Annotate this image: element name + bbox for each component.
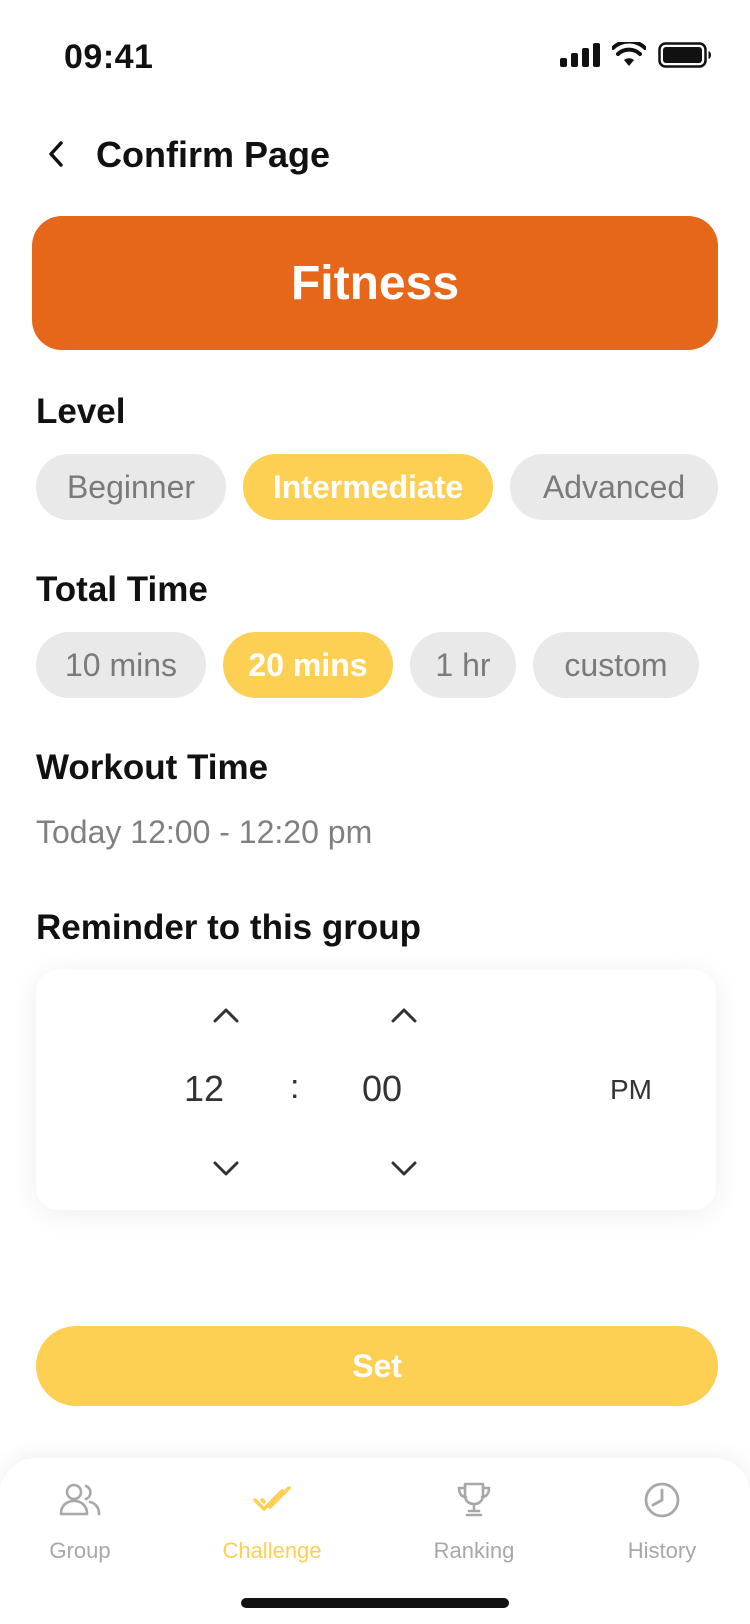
total-time-options: 10 mins 20 mins 1 hr custom xyxy=(36,632,699,698)
page-title: Confirm Page xyxy=(96,134,331,175)
time-option-20-mins[interactable]: 20 mins xyxy=(223,632,393,698)
tab-history[interactable]: History xyxy=(572,1458,750,1588)
category-banner: Fitness xyxy=(32,216,718,350)
chevron-up-icon xyxy=(391,1008,417,1023)
home-indicator xyxy=(241,1598,509,1608)
chevron-down-icon xyxy=(213,1161,239,1176)
workout-time-value: Today 12:00 - 12:20 pm xyxy=(36,814,373,850)
trophy-icon xyxy=(452,1478,496,1522)
header: Confirm Page xyxy=(0,120,750,200)
history-clock-icon xyxy=(640,1478,684,1522)
time-option-1-hr[interactable]: 1 hr xyxy=(410,632,516,698)
chevron-down-icon xyxy=(391,1161,417,1176)
battery-icon xyxy=(658,42,711,68)
hour-decrement-button[interactable] xyxy=(206,1154,246,1184)
double-check-icon xyxy=(250,1478,294,1522)
tab-label: Ranking xyxy=(433,1538,515,1563)
level-options: Beginner Intermediate Advanced xyxy=(36,454,718,520)
hour-value[interactable]: 12 xyxy=(184,1068,224,1110)
level-label: Level xyxy=(36,392,126,431)
set-button[interactable]: Set xyxy=(36,1326,718,1406)
tab-group[interactable]: Group xyxy=(0,1458,170,1588)
tab-ranking[interactable]: Ranking xyxy=(384,1458,564,1588)
workout-time-label: Workout Time xyxy=(36,748,269,787)
minute-value[interactable]: 00 xyxy=(362,1068,402,1110)
minute-increment-button[interactable] xyxy=(384,1000,424,1030)
cellular-signal-icon xyxy=(560,43,600,67)
tab-challenge[interactable]: Challenge xyxy=(182,1458,362,1588)
time-option-10-mins[interactable]: 10 mins xyxy=(36,632,206,698)
time-separator: : xyxy=(290,1068,300,1106)
reminder-label: Reminder to this group xyxy=(36,908,421,947)
total-time-label: Total Time xyxy=(36,570,208,609)
minute-decrement-button[interactable] xyxy=(384,1154,424,1184)
tab-label: History xyxy=(627,1538,697,1563)
chevron-up-icon xyxy=(213,1008,239,1023)
chevron-left-icon xyxy=(49,141,63,167)
tab-label: Group xyxy=(49,1538,111,1563)
status-bar: 09:41 xyxy=(0,0,750,110)
period-value[interactable]: PM xyxy=(610,1074,652,1106)
wifi-icon xyxy=(612,42,646,66)
tab-label: Challenge xyxy=(222,1538,322,1563)
status-icons xyxy=(560,42,712,68)
level-option-beginner[interactable]: Beginner xyxy=(36,454,226,520)
back-button[interactable] xyxy=(36,134,76,174)
level-option-intermediate[interactable]: Intermediate xyxy=(243,454,493,520)
status-time: 09:41 xyxy=(64,38,154,76)
hour-increment-button[interactable] xyxy=(206,1000,246,1030)
level-option-advanced[interactable]: Advanced xyxy=(510,454,718,520)
time-option-custom[interactable]: custom xyxy=(533,632,699,698)
reminder-time-picker: 12 : 00 PM xyxy=(36,970,716,1210)
users-icon xyxy=(58,1478,102,1522)
